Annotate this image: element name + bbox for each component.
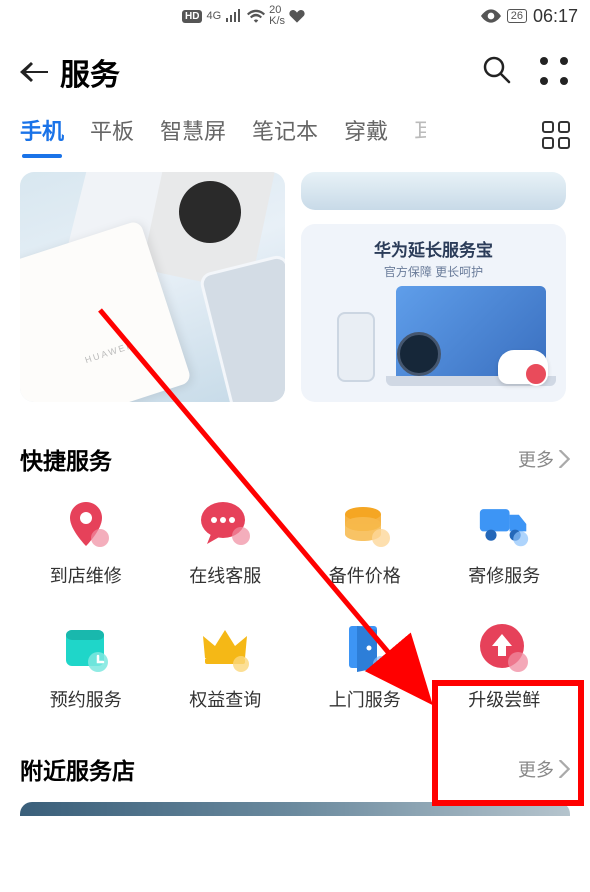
more-label: 更多: [518, 446, 554, 472]
search-button[interactable]: [482, 55, 512, 90]
service-upgrade-beta[interactable]: 升级尝鲜: [435, 622, 575, 712]
page-title: 服务: [60, 50, 482, 94]
chevron-right-icon: [556, 760, 570, 778]
tab-laptop[interactable]: 笔记本: [252, 114, 318, 156]
tab-more-partial[interactable]: 耳: [414, 114, 426, 156]
quick-services-grid: 到店维修 在线客服 备件价格 寄修服务 预约服务 权益查询 上门服务: [0, 488, 590, 712]
service-appointment[interactable]: 预约服务: [16, 622, 156, 712]
nearby-stores-more[interactable]: 更多: [518, 756, 570, 782]
service-online-support[interactable]: 在线客服: [156, 498, 296, 588]
ext-banner-subtitle: 官方保障 更长呵护: [384, 263, 483, 280]
heart-icon: [289, 9, 305, 23]
category-tabs: 手机 平板 智慧屏 笔记本 穿戴 耳: [0, 112, 590, 166]
quick-services-title: 快捷服务: [20, 442, 112, 476]
ext-banner-title: 华为延长服务宝: [374, 236, 493, 261]
service-label: 到店维修: [50, 562, 122, 588]
service-label: 上门服务: [329, 686, 401, 712]
product-banner-top-right[interactable]: [301, 172, 566, 210]
network-type: 4G: [206, 10, 221, 22]
more-menu-button[interactable]: [540, 57, 570, 87]
signal-icon: [225, 9, 243, 23]
tab-wearable[interactable]: 穿戴: [344, 114, 388, 156]
chevron-right-icon: [556, 450, 570, 468]
service-label: 预约服务: [50, 686, 122, 712]
coins-icon: [339, 498, 391, 550]
nearby-store-card-partial[interactable]: [20, 802, 570, 816]
arrow-left-icon: [20, 60, 50, 84]
quick-services-more[interactable]: 更多: [518, 446, 570, 472]
ext-devices-illustration: [307, 286, 560, 390]
service-label: 备件价格: [329, 562, 401, 588]
service-mail-repair[interactable]: 寄修服务: [435, 498, 575, 588]
data-speed: 20K/s: [269, 5, 285, 27]
service-label: 在线客服: [189, 562, 261, 588]
extended-warranty-banner[interactable]: 华为延长服务宝 官方保障 更长呵护: [301, 224, 566, 402]
crown-icon: [199, 622, 251, 674]
service-label: 寄修服务: [468, 562, 540, 588]
hd-icon: HD: [182, 10, 202, 23]
clock-time: 06:17: [533, 6, 578, 27]
door-icon: [339, 622, 391, 674]
product-banner-left[interactable]: HUAWEI: [20, 172, 285, 402]
location-pin-icon: [60, 498, 112, 550]
status-bar: HD 4G 20K/s 26 06:17: [0, 0, 590, 32]
tab-grid-button[interactable]: [542, 121, 570, 149]
tab-tablet[interactable]: 平板: [90, 114, 134, 156]
service-door-service[interactable]: 上门服务: [295, 622, 435, 712]
page-header: 服务: [0, 32, 590, 112]
dots-grid-icon: [540, 57, 570, 87]
quick-services-header: 快捷服务 更多: [0, 412, 590, 488]
nearby-stores-header: 附近服务店 更多: [0, 712, 590, 798]
wifi-icon: [247, 9, 265, 23]
battery-icon: 26: [507, 9, 527, 23]
grid-icon: [542, 121, 570, 149]
status-right: 26 06:17: [481, 6, 578, 27]
eye-icon: [481, 9, 501, 23]
service-benefits[interactable]: 权益查询: [156, 622, 296, 712]
nearby-stores-title: 附近服务店: [20, 752, 135, 786]
service-label: 升级尝鲜: [468, 686, 540, 712]
service-label: 权益查询: [189, 686, 261, 712]
tab-phone[interactable]: 手机: [20, 114, 64, 156]
status-left: HD 4G 20K/s: [182, 5, 305, 27]
calendar-icon: [60, 622, 112, 674]
back-button[interactable]: [20, 60, 60, 84]
tab-vision[interactable]: 智慧屏: [160, 114, 226, 156]
service-parts-price[interactable]: 备件价格: [295, 498, 435, 588]
more-label: 更多: [518, 756, 554, 782]
truck-icon: [478, 498, 530, 550]
search-icon: [482, 55, 512, 85]
upgrade-arrow-icon: [478, 622, 530, 674]
service-store-repair[interactable]: 到店维修: [16, 498, 156, 588]
chat-bubble-icon: [199, 498, 251, 550]
banner-row: HUAWEI 华为延长服务宝 官方保障 更长呵护: [0, 166, 590, 412]
